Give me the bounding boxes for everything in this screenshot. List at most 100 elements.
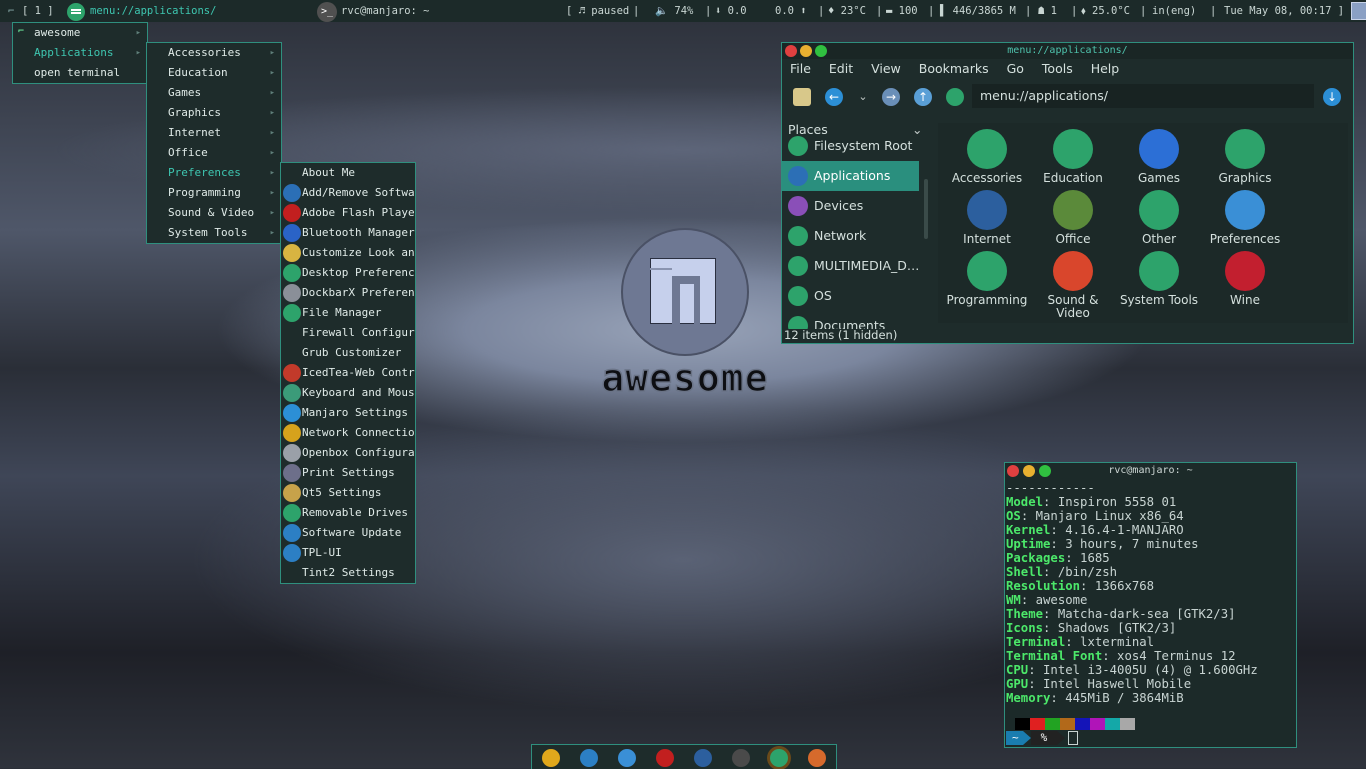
menu-item-pref[interactable]: Bluetooth Manager [281, 223, 415, 243]
layout-corner-icon[interactable]: ⌐ [8, 0, 14, 22]
shell-prompt[interactable]: ~ % [1006, 731, 1079, 745]
menu-file[interactable]: File [790, 61, 811, 76]
go-icon[interactable]: ↓ [1323, 88, 1341, 106]
terminal-red-icon[interactable] [656, 749, 674, 767]
folder-item[interactable]: Other [1116, 186, 1202, 246]
menu-item-accessories[interactable]: Accessories ▸ [147, 43, 281, 63]
menu-item-pref[interactable]: Removable Drives … [281, 503, 415, 523]
task-title[interactable]: rvc@manjaro: ~ [341, 0, 430, 22]
menu-item-sound-video[interactable]: Sound & Video ▸ [147, 203, 281, 223]
terminal-titlebar[interactable]: rvc@manjaro: ~ [1005, 463, 1296, 479]
maximize-icon[interactable] [1039, 465, 1051, 477]
menu-item-preferences[interactable]: Preferences ▸ [147, 163, 281, 183]
volume-widget[interactable]: 🔈 74% [655, 0, 693, 22]
menu-item-open-terminal[interactable]: open terminal [13, 63, 147, 83]
tag-list[interactable]: [ 1 ] [22, 0, 54, 22]
chrome-icon[interactable] [542, 749, 560, 767]
manjaro-icon[interactable] [618, 749, 636, 767]
folder-item[interactable]: System Tools [1116, 247, 1202, 307]
file-manager-icon[interactable] [770, 749, 788, 767]
menu-item-pref[interactable]: Network Connectio… [281, 423, 415, 443]
place-item[interactable]: Network [782, 221, 932, 251]
menu-bookmarks[interactable]: Bookmarks [919, 61, 989, 76]
menu-view[interactable]: View [871, 61, 901, 76]
maximize-icon[interactable] [815, 45, 827, 57]
keyboard-layout-widget[interactable]: in(eng) [1152, 0, 1196, 22]
menu-item-pref[interactable]: Customize Look an… [281, 243, 415, 263]
close-icon[interactable] [785, 45, 797, 57]
menu-item-graphics[interactable]: Graphics ▸ [147, 103, 281, 123]
menu-tools[interactable]: Tools [1042, 61, 1073, 76]
menu-item-pref[interactable]: Openbox Configura… [281, 443, 415, 463]
minimize-icon[interactable] [800, 45, 812, 57]
place-item[interactable]: MULTIMEDIA_D… [782, 251, 932, 281]
menu-item-awesome[interactable]: ⌐ awesome ▸ [13, 23, 147, 43]
window-titlebar[interactable]: menu://applications/ [782, 43, 1353, 59]
menu-item-office[interactable]: Office ▸ [147, 143, 281, 163]
place-item[interactable]: Documents [782, 311, 932, 329]
back-icon[interactable]: ← [825, 88, 843, 106]
menu-item-games[interactable]: Games ▸ [147, 83, 281, 103]
menu-item-pref[interactable]: Firewall Configur… [281, 323, 415, 343]
forward-icon[interactable]: → [882, 88, 900, 106]
menu-item-pref[interactable]: File Manager [281, 303, 415, 323]
menu-item-education[interactable]: Education ▸ [147, 63, 281, 83]
menu-help[interactable]: Help [1091, 61, 1120, 76]
folder-item[interactable]: Games [1116, 125, 1202, 185]
place-item[interactable]: OS [782, 281, 932, 311]
menu-item-pref[interactable]: Manjaro Settings … [281, 403, 415, 423]
neofetch-line: WM: awesome [1006, 593, 1088, 607]
sidebar-scrollbar[interactable] [924, 179, 928, 239]
folder-item[interactable]: Accessories [944, 125, 1030, 185]
folder-item[interactable]: Internet [944, 186, 1030, 246]
menu-edit[interactable]: Edit [829, 61, 853, 76]
place-item[interactable]: Filesystem Root [782, 131, 932, 161]
menu-item-pref[interactable]: Grub Customizer [281, 343, 415, 363]
settings-icon[interactable] [694, 749, 712, 767]
menu-item-pref[interactable]: Desktop Preferenc… [281, 263, 415, 283]
folder-item[interactable]: Wine [1202, 247, 1288, 307]
layout-icon[interactable] [1351, 2, 1366, 20]
clock-widget[interactable]: Tue May 08, 00:17 ] [1224, 0, 1344, 22]
launcher-icon[interactable] [67, 1, 85, 23]
close-icon[interactable] [1007, 465, 1019, 477]
folder-item[interactable]: Office [1030, 186, 1116, 246]
battery-widget: ▬ 100 [886, 5, 918, 17]
terminal-icon[interactable] [732, 749, 750, 767]
menu-item-pref[interactable]: About Me [281, 163, 415, 183]
minimize-icon[interactable] [1023, 465, 1035, 477]
place-item[interactable]: Applications [782, 161, 919, 191]
folder-item[interactable]: Graphics [1202, 125, 1288, 185]
menu-item-pref[interactable]: Tint2 Settings [281, 563, 415, 583]
menu-item-pref[interactable]: DockbarX Preferen… [281, 283, 415, 303]
folder-item[interactable]: Preferences [1202, 186, 1288, 246]
menu-item-system-tools[interactable]: System Tools ▸ [147, 223, 281, 243]
menu-item-internet[interactable]: Internet ▸ [147, 123, 281, 143]
menu-item-pref[interactable]: Adobe Flash Player [281, 203, 415, 223]
menu-item-pref[interactable]: Keyboard and Mouse [281, 383, 415, 403]
place-item[interactable]: Devices [782, 191, 932, 221]
menu-item-pref[interactable]: Print Settings [281, 463, 415, 483]
menu-item-pref[interactable]: TPL-UI [281, 543, 415, 563]
folder-item[interactable]: Programming [944, 247, 1030, 307]
menu-item-pref[interactable]: IcedTea-Web Contr… [281, 363, 415, 383]
menu-go[interactable]: Go [1007, 61, 1024, 76]
menu-item-pref[interactable]: Add/Remove Softwa… [281, 183, 415, 203]
menu-item-applications[interactable]: Applications ▸ [13, 43, 147, 63]
menu-item-pref[interactable]: Software Update [281, 523, 415, 543]
category-icon [1225, 190, 1265, 230]
folder-item[interactable]: Education [1030, 125, 1116, 185]
network-icon[interactable] [580, 749, 598, 767]
menu-item-pref[interactable]: Qt5 Settings [281, 483, 415, 503]
home-icon[interactable] [946, 88, 964, 106]
address-bar[interactable]: menu://applications/ [972, 84, 1314, 108]
menu-item-programming[interactable]: Programming ▸ [147, 183, 281, 203]
folder-item[interactable]: Sound & Video [1030, 247, 1116, 320]
up-icon[interactable]: ↑ [914, 88, 932, 106]
task-terminal-icon[interactable]: >_ [317, 1, 337, 23]
launcher-prompt[interactable]: menu://applications/ [90, 0, 216, 22]
music-widget[interactable]: [ ♬ paused [566, 0, 629, 22]
new-tab-icon[interactable] [793, 88, 811, 106]
firefox-icon[interactable] [808, 749, 826, 767]
history-dropdown-icon[interactable]: ⌄ [854, 88, 872, 106]
